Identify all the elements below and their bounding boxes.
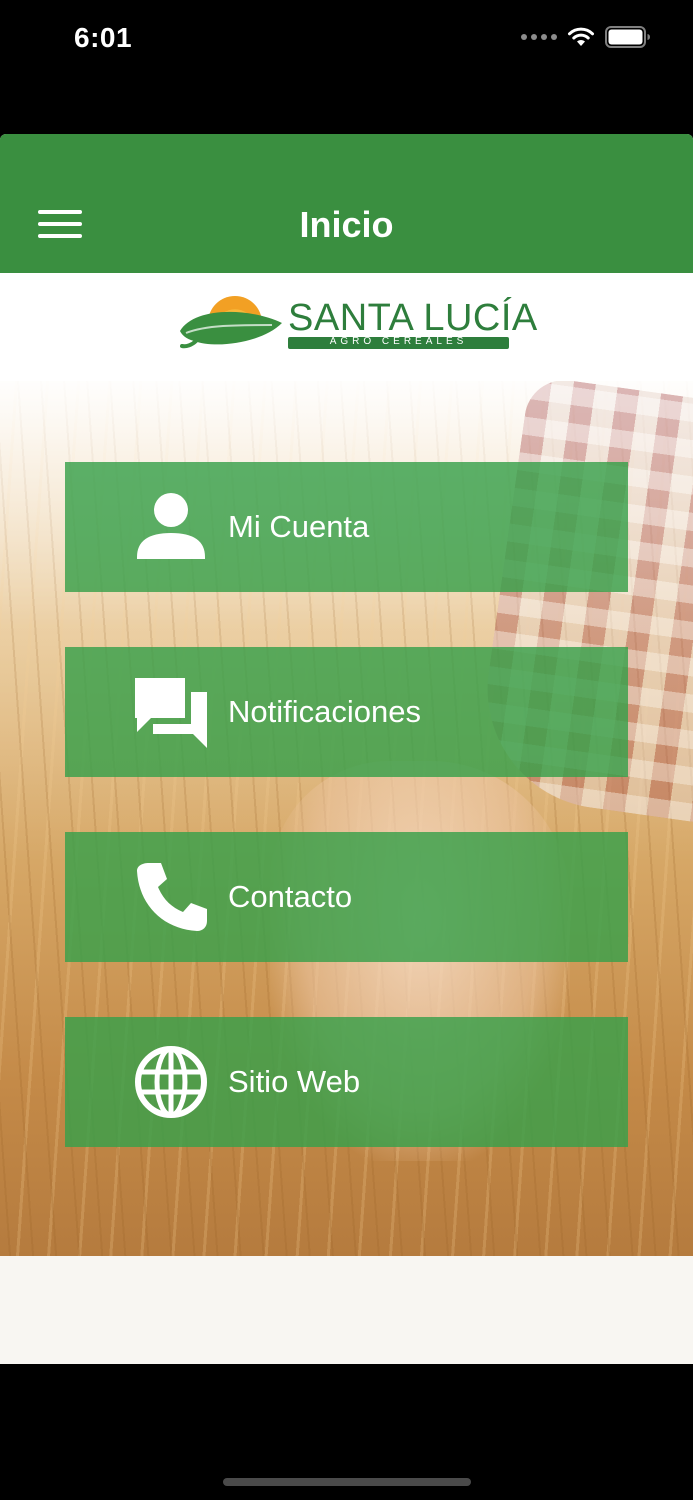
menu-item-label: Notificaciones bbox=[228, 694, 421, 729]
footer-band bbox=[0, 1256, 693, 1364]
globe-icon bbox=[135, 1046, 207, 1118]
battery-icon bbox=[605, 26, 650, 48]
logo-subtitle: AGRO CEREALES bbox=[329, 336, 468, 347]
person-icon bbox=[137, 493, 205, 559]
menu-item-mi-cuenta[interactable]: Mi Cuenta bbox=[65, 462, 628, 592]
logo-strip: SANTA LUCÍA AGRO CEREALES bbox=[0, 273, 693, 381]
menu-item-notificaciones[interactable]: Notificaciones bbox=[65, 647, 628, 777]
cellular-signal-icon bbox=[521, 34, 557, 40]
logo-title: SANTA LUCÍA bbox=[288, 297, 538, 339]
menu-item-sitio-web[interactable]: Sitio Web bbox=[65, 1017, 628, 1147]
phone-icon bbox=[137, 863, 207, 931]
menu-item-label: Contacto bbox=[228, 879, 353, 914]
leaf-sun-logo-icon bbox=[180, 296, 282, 349]
chat-icon bbox=[135, 678, 207, 748]
page-title: Inicio bbox=[299, 204, 394, 245]
santa-lucia-logo: SANTA LUCÍA AGRO CEREALES bbox=[176, 293, 537, 355]
home-indicator[interactable] bbox=[223, 1478, 471, 1486]
menu-item-contacto[interactable]: Contacto bbox=[65, 832, 628, 962]
status-bar: 6:01 bbox=[0, 0, 693, 80]
logo-subtitle-band: AGRO CEREALES bbox=[288, 336, 509, 349]
status-icons bbox=[521, 26, 651, 48]
status-time: 6:01 bbox=[74, 22, 133, 53]
menu-item-label: Mi Cuenta bbox=[228, 509, 370, 544]
menu-item-label: Sitio Web bbox=[228, 1064, 361, 1099]
wifi-icon bbox=[568, 27, 594, 46]
nav-bar: Inicio bbox=[0, 134, 693, 273]
